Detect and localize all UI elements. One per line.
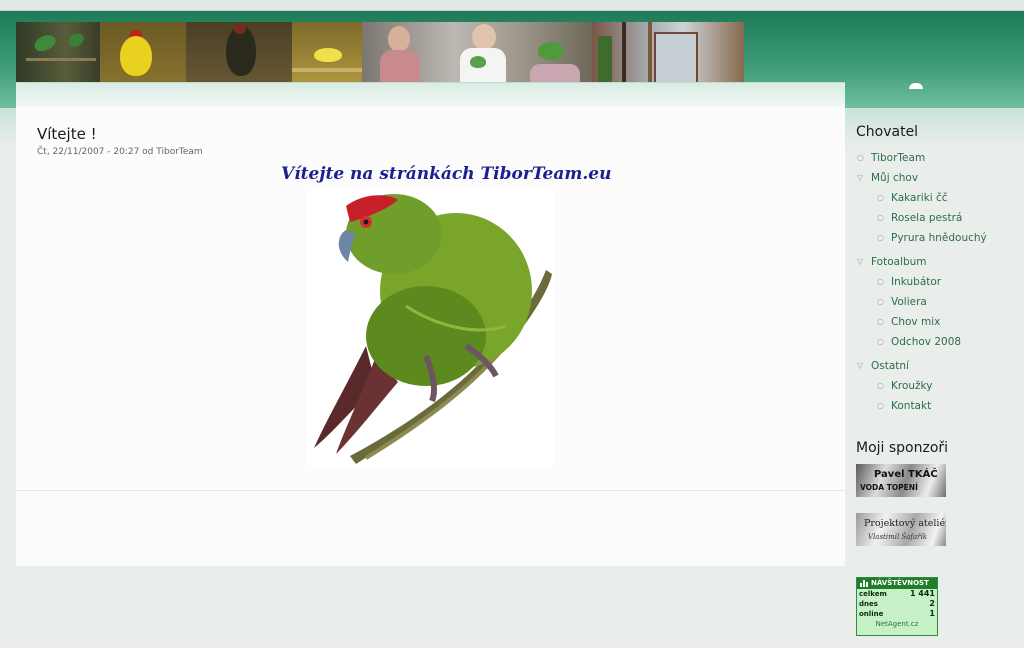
circle-bullet-icon: ○	[877, 317, 884, 326]
page-title[interactable]: Vítejte !	[37, 125, 97, 143]
counter-value: 1 441	[909, 589, 935, 598]
sidebar-item-kontakt[interactable]: ○ Kontakt	[856, 396, 1024, 416]
sponsor-tkac-name: Pavel TKÁČ	[874, 469, 938, 480]
sponsor-banner-tkac[interactable]: Pavel TKÁČ VODA TOPENÍ	[856, 464, 946, 497]
sidebar-item-voliera[interactable]: ○ Voliera	[856, 292, 1024, 312]
counter-label: dnes	[859, 600, 878, 608]
sidebar-item-label: TiborTeam	[871, 152, 926, 164]
top-strip	[0, 0, 1024, 11]
banner-photo-children	[362, 22, 592, 89]
banner-photo-yellow-canary	[100, 22, 186, 89]
banner-photo-green-parakeets	[16, 22, 100, 89]
bar-chart-icon	[860, 580, 868, 587]
sidebar-item-muj-chov[interactable]: ▽ Můj chov	[856, 168, 1024, 188]
sidebar-item-chov-mix[interactable]: ○ Chov mix	[856, 312, 1024, 332]
sidebar-item-label: Inkubátor	[891, 276, 942, 288]
counter-header: NÁVŠTĚVNOST	[857, 578, 937, 589]
counter-label: online	[859, 610, 884, 618]
header-corner-accent	[909, 83, 923, 89]
sponsor-banner-atelier[interactable]: Projektový ateliér Vlastimil Šafařík	[856, 513, 946, 546]
sidebar-item-label: Můj chov	[871, 172, 919, 184]
counter-title: NÁVŠTĚVNOST	[871, 579, 929, 587]
welcome-heading-image: Vítejte na stránkách TiborTeam.eu	[281, 164, 612, 184]
sidebar-item-pyrura[interactable]: ○ Pyrura hnědouchý	[856, 228, 1024, 248]
sponsor-tkac-tagline: VODA TOPENÍ	[860, 483, 918, 492]
sidebar-item-label: Odchov 2008	[891, 336, 962, 348]
counter-row: dnes 2	[857, 599, 937, 609]
header-banner-image[interactable]	[16, 22, 744, 89]
sidebar-item-odchov-2008[interactable]: ○ Odchov 2008	[856, 332, 1024, 352]
counter-value: 1	[929, 609, 935, 618]
content-divider	[16, 490, 845, 491]
sidebar-navigation: Chovatel ○ TiborTeam ▽ Můj chov ○ Kakariki …	[856, 124, 1024, 416]
triangle-expanded-icon: ▽	[857, 173, 864, 182]
sidebar-item-fotoalbum[interactable]: ▽ Fotoalbum	[856, 252, 1024, 272]
triangle-expanded-icon: ▽	[857, 257, 864, 266]
circle-bullet-icon: ○	[877, 193, 884, 202]
circle-bullet-icon: ○	[877, 277, 884, 286]
sidebar-item-tiborteam[interactable]: ○ TiborTeam	[856, 148, 1024, 168]
sidebar-item-kakariki[interactable]: ○ Kakariki čč	[856, 188, 1024, 208]
circle-bullet-icon: ○	[877, 213, 884, 222]
sponsor-atelier-name: Projektový ateliér	[864, 518, 946, 529]
sidebar-item-label: Pyrura hnědouchý	[891, 232, 987, 244]
counter-footer-link[interactable]: NetAgent.cz	[857, 619, 937, 629]
circle-bullet-icon: ○	[877, 401, 884, 410]
sponsors-title: Moji sponzoři	[856, 440, 949, 456]
circle-bullet-icon: ○	[857, 153, 864, 162]
sidebar-item-label: Ostatní	[871, 360, 909, 372]
circle-bullet-icon: ○	[877, 381, 884, 390]
sidebar-item-ostatni[interactable]: ▽ Ostatní	[856, 356, 1024, 376]
triangle-expanded-icon: ▽	[857, 361, 864, 370]
sidebar-item-label: Kontakt	[891, 400, 932, 412]
card-top-gradient	[16, 83, 845, 107]
sidebar-item-rosela[interactable]: ○ Rosela pestrá	[856, 208, 1024, 228]
sponsor-atelier-signature: Vlastimil Šafařík	[868, 533, 928, 541]
sidebar-item-label: Voliera	[891, 296, 927, 308]
sidebar-menu: ○ TiborTeam ▽ Můj chov ○ Kakariki čč ○ Rosel…	[856, 148, 1024, 416]
sidebar-item-label: Fotoalbum	[871, 256, 927, 268]
banner-photo-dark-bird	[186, 22, 292, 89]
sidebar-title: Chovatel	[856, 124, 919, 140]
banner-photo-yellow-bird	[292, 22, 362, 89]
circle-bullet-icon: ○	[877, 297, 884, 306]
sidebar-item-label: Rosela pestrá	[891, 212, 963, 224]
counter-row: celkem 1 441	[857, 589, 937, 599]
counter-value: 2	[929, 599, 935, 608]
counter-row: online 1	[857, 609, 937, 619]
circle-bullet-icon: ○	[877, 337, 884, 346]
sidebar-item-label: Kroužky	[891, 380, 933, 392]
circle-bullet-icon: ○	[877, 233, 884, 242]
sidebar-item-label: Chov mix	[891, 316, 941, 328]
sidebar-item-inkubator[interactable]: ○ Inkubátor	[856, 272, 1024, 292]
visit-counter-widget[interactable]: NÁVŠTĚVNOST celkem 1 441 dnes 2 online 1 Ne…	[856, 577, 938, 636]
counter-label: celkem	[859, 590, 887, 598]
sidebar-item-krouzky[interactable]: ○ Kroužky	[856, 376, 1024, 396]
parrot-image	[306, 186, 554, 466]
banner-photo-aviary	[592, 22, 744, 89]
sidebar-item-label: Kakariki čč	[891, 192, 948, 204]
post-meta: Čt, 22/11/2007 - 20:27 od TiborTeam	[37, 147, 203, 157]
